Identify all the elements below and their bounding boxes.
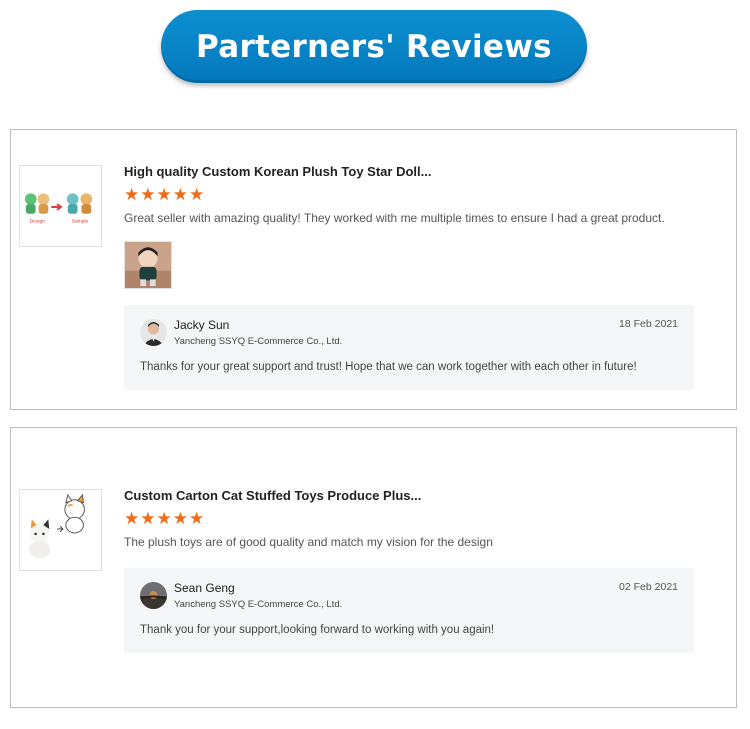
review-text: Great seller with amazing quality! They … xyxy=(124,211,665,225)
reply-date: 18 Feb 2021 xyxy=(619,318,678,330)
reply-text: Thanks for your great support and trust!… xyxy=(140,361,637,373)
company-name: Yancheng SSYQ E-Commerce Co., Ltd. xyxy=(174,599,343,610)
thumb-label-design: Design xyxy=(30,219,45,225)
star-icon: ★ xyxy=(124,185,140,205)
company-name: Yancheng SSYQ E-Commerce Co., Ltd. xyxy=(174,336,343,347)
seller-reply: Sean Geng Yancheng SSYQ E-Commerce Co., … xyxy=(124,568,694,653)
star-icon: ★ xyxy=(140,509,156,529)
plush-design-sample-image: Design Sample xyxy=(20,166,101,246)
banner-title: Parterners' Reviews xyxy=(196,28,552,65)
avatar xyxy=(140,582,167,609)
reviewer-name: Jacky Sun xyxy=(174,318,230,332)
reply-text: Thank you for your support,looking forwa… xyxy=(140,624,495,636)
star-icon: ★ xyxy=(140,185,156,205)
product-thumbnail[interactable]: Design Sample xyxy=(19,165,102,247)
reply-date: 02 Feb 2021 xyxy=(619,581,678,593)
review-text: The plush toys are of good quality and m… xyxy=(124,535,493,549)
star-icon: ★ xyxy=(124,509,140,529)
rating-stars: ★ ★ ★ ★ ★ xyxy=(124,187,692,204)
seller-reply: Jacky Sun Yancheng SSYQ E-Commerce Co., … xyxy=(124,305,694,390)
cat-plush-image xyxy=(20,490,101,570)
star-icon: ★ xyxy=(156,185,172,205)
review-card: Design Sample High quality Custom Korean… xyxy=(10,129,737,410)
avatar xyxy=(140,319,167,346)
star-icon: ★ xyxy=(189,509,205,529)
review-content: Custom Carton Cat Stuffed Toys Produce P… xyxy=(124,487,694,653)
reviewer-name: Sean Geng xyxy=(174,581,235,595)
star-icon: ★ xyxy=(189,185,205,205)
star-icon: ★ xyxy=(172,185,188,205)
reviews-banner: Parterners' Reviews xyxy=(161,10,587,83)
star-icon: ★ xyxy=(156,509,172,529)
product-title[interactable]: High quality Custom Korean Plush Toy Sta… xyxy=(124,163,692,181)
rating-stars: ★ ★ ★ ★ ★ xyxy=(124,511,692,528)
review-photo[interactable] xyxy=(124,241,172,289)
star-icon: ★ xyxy=(172,509,188,529)
plush-doll-photo xyxy=(125,242,171,288)
product-thumbnail[interactable] xyxy=(19,489,102,571)
review-content: High quality Custom Korean Plush Toy Sta… xyxy=(124,163,694,390)
thumb-label-sample: Sample xyxy=(72,219,89,225)
review-card: Custom Carton Cat Stuffed Toys Produce P… xyxy=(10,427,737,708)
product-title[interactable]: Custom Carton Cat Stuffed Toys Produce P… xyxy=(124,487,692,505)
